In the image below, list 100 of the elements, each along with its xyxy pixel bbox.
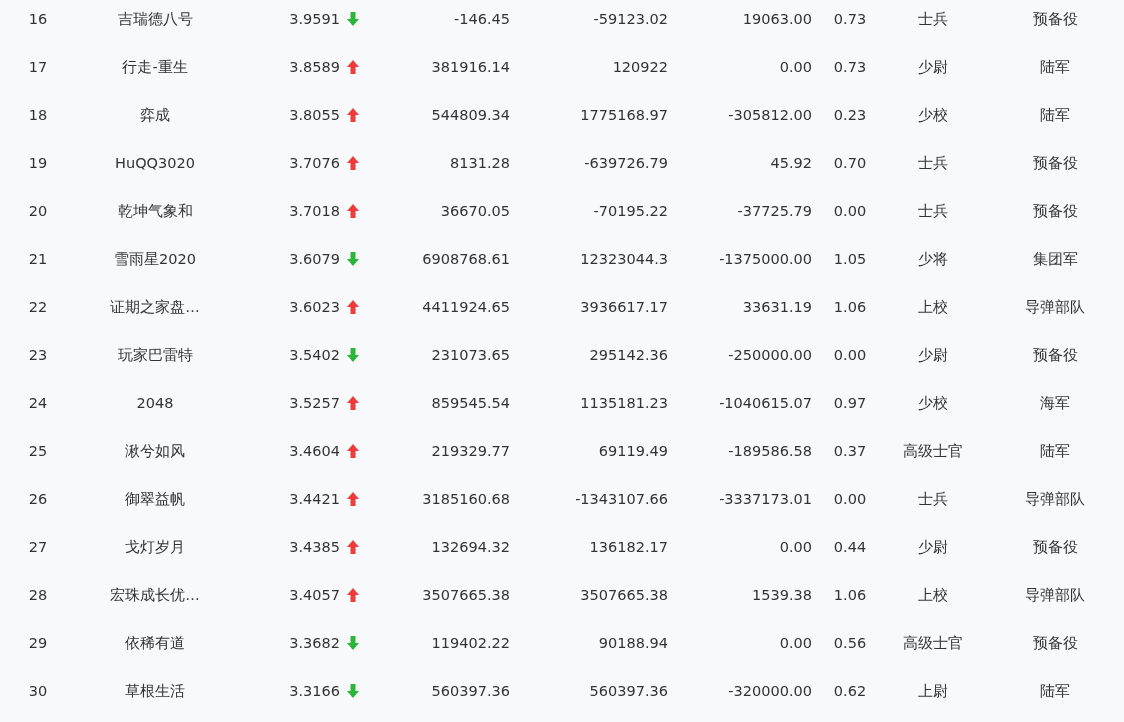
table-cell-text: 少尉 <box>917 57 949 77</box>
table-cell-text: 少校 <box>917 105 949 125</box>
table-cell-text: 士兵 <box>917 153 949 173</box>
table-cell-text: 玩家巴雷特 <box>116 345 194 365</box>
table-cell-text: 3.9591 <box>288 11 341 27</box>
table-cell-text: 士兵 <box>917 489 949 509</box>
table-cell-text: 132694.32 <box>430 539 511 555</box>
table-cell-text: 少尉 <box>917 345 949 365</box>
table-cell-text: 0.23 <box>832 107 868 123</box>
table-cell-text: 859545.54 <box>430 395 511 411</box>
table-cell-text: 0.97 <box>832 395 868 411</box>
table-cell-text: 3936617.17 <box>579 299 669 315</box>
table-cell-text: 1135181.23 <box>579 395 669 411</box>
table-cell-text: 3.3166 <box>288 683 341 699</box>
table-cell-text: 381916.14 <box>430 59 511 75</box>
table-cell-text: 1539.38 <box>751 587 813 603</box>
table-cell-text: 高级士官 <box>902 633 964 653</box>
table-cell-text: 行走-重生 <box>121 57 189 77</box>
table-cell-text: 0.73 <box>832 11 868 27</box>
table-cell-text: -305812.00 <box>727 107 813 123</box>
table-cell-text: 26 <box>27 491 49 507</box>
table-cell-text: 雪雨星2020 <box>113 249 197 269</box>
table-cell-text: 0.00 <box>832 491 868 507</box>
table-cell-text: 依稀有道 <box>124 633 186 653</box>
table-cell-text: 1.05 <box>832 251 868 267</box>
table-cell-text: 119402.22 <box>430 635 511 651</box>
table-cell-text: 海军 <box>1039 393 1071 413</box>
table-cell-text: 69119.49 <box>597 443 669 459</box>
table-cell-text: 45.92 <box>769 155 813 171</box>
table-cell-text: 1.06 <box>832 299 868 315</box>
table-cell-text: 0.00 <box>832 347 868 363</box>
table-cell-text: 上校 <box>917 585 949 605</box>
table-cell-text: 36670.05 <box>439 203 511 219</box>
table-cell-text: 120922 <box>611 59 669 75</box>
table-cell-text: 士兵 <box>917 201 949 221</box>
table-cell-text: -1040615.07 <box>718 395 813 411</box>
table-cell-text: 3.6023 <box>288 299 341 315</box>
table-cell-text: 3.5402 <box>288 347 341 363</box>
table-cell-text: 预备役 <box>1031 537 1079 557</box>
table-cell-text: -189586.58 <box>727 443 813 459</box>
table-cell-text: 草根生活 <box>124 681 186 701</box>
table-cell-text: 陆军 <box>1039 105 1071 125</box>
table-cell-text: 1.06 <box>832 587 868 603</box>
table-cell-text: 24 <box>27 395 49 411</box>
table-cell-text: 宏珠成长优… <box>109 585 201 605</box>
table-cell-text: 6908768.61 <box>421 251 511 267</box>
table-cell-text: -250000.00 <box>727 347 813 363</box>
table-cell-text: 预备役 <box>1031 9 1079 29</box>
table-cell-text: 导弹部队 <box>1024 585 1086 605</box>
table-cell-text: 18 <box>27 107 49 123</box>
table-cell-text: 集团军 <box>1031 249 1079 269</box>
table-cell-text: 23 <box>27 347 49 363</box>
table-cell-text: 预备役 <box>1031 201 1079 221</box>
table-cell-text: -3337173.01 <box>718 491 813 507</box>
table-cell-text: 戈灯岁月 <box>124 537 186 557</box>
table-cell-text: 295142.36 <box>588 347 669 363</box>
table-cell-text: 20 <box>27 203 49 219</box>
table-cell-text: -320000.00 <box>727 683 813 699</box>
table-cell-text: -639726.79 <box>583 155 669 171</box>
table-cell-text: 乾坤气象和 <box>116 201 194 221</box>
table-cell-text: 19063.00 <box>741 11 813 27</box>
table-cell-text: 陆军 <box>1039 57 1071 77</box>
table-cell-text: 25 <box>27 443 49 459</box>
table-cell-text: 30 <box>27 683 49 699</box>
table-cell-text: 3.7076 <box>288 155 341 171</box>
table-cell-text: 导弹部队 <box>1024 297 1086 317</box>
table-cell-text: -146.45 <box>453 11 511 27</box>
table-cell-text: 12323044.3 <box>579 251 669 267</box>
table-cell-text: 0.00 <box>778 539 813 555</box>
table-cell-text: 136182.17 <box>588 539 669 555</box>
table-cell-text: 预备役 <box>1031 153 1079 173</box>
table-cell-text: 0.73 <box>832 59 868 75</box>
table-cell-text: 3.6079 <box>288 251 341 267</box>
table-cell-text: 弈成 <box>139 105 171 125</box>
table-cell-text: 湫兮如风 <box>124 441 186 461</box>
table-cell-text: 3.8589 <box>288 59 341 75</box>
table-cell-text: 560397.36 <box>430 683 511 699</box>
table-cell-text: 少尉 <box>917 537 949 557</box>
table-cell-text: -1375000.00 <box>718 251 813 267</box>
table-cell-text: 0.44 <box>832 539 868 555</box>
table-cell-text: 0.56 <box>832 635 868 651</box>
table-cell-text: HuQQ3020 <box>114 155 196 171</box>
table-cell-text: -59123.02 <box>592 11 669 27</box>
table-cell-text: 19 <box>27 155 49 171</box>
table-cell-text: 预备役 <box>1031 345 1079 365</box>
table-cell-text: -1343107.66 <box>574 491 669 507</box>
table-cell-text: 544809.34 <box>430 107 511 123</box>
table-cell-text: 0.00 <box>778 59 813 75</box>
table-cell-text: 3.4385 <box>288 539 341 555</box>
table-cell-text: 3.4421 <box>288 491 341 507</box>
table-cell-text: 预备役 <box>1031 633 1079 653</box>
table-cell-text: 导弹部队 <box>1024 489 1086 509</box>
table-cell-text: 21 <box>27 251 49 267</box>
table-cell-text: -70195.22 <box>592 203 669 219</box>
table-cell-text: 吉瑞德八号 <box>116 9 194 29</box>
table-cell-text: 0.62 <box>832 683 868 699</box>
table-cell-text: 8131.28 <box>449 155 511 171</box>
table-cell-text: 2048 <box>135 395 175 411</box>
table-cell-text: 证期之家盘… <box>109 297 201 317</box>
table-cell-text: 0.37 <box>832 443 868 459</box>
